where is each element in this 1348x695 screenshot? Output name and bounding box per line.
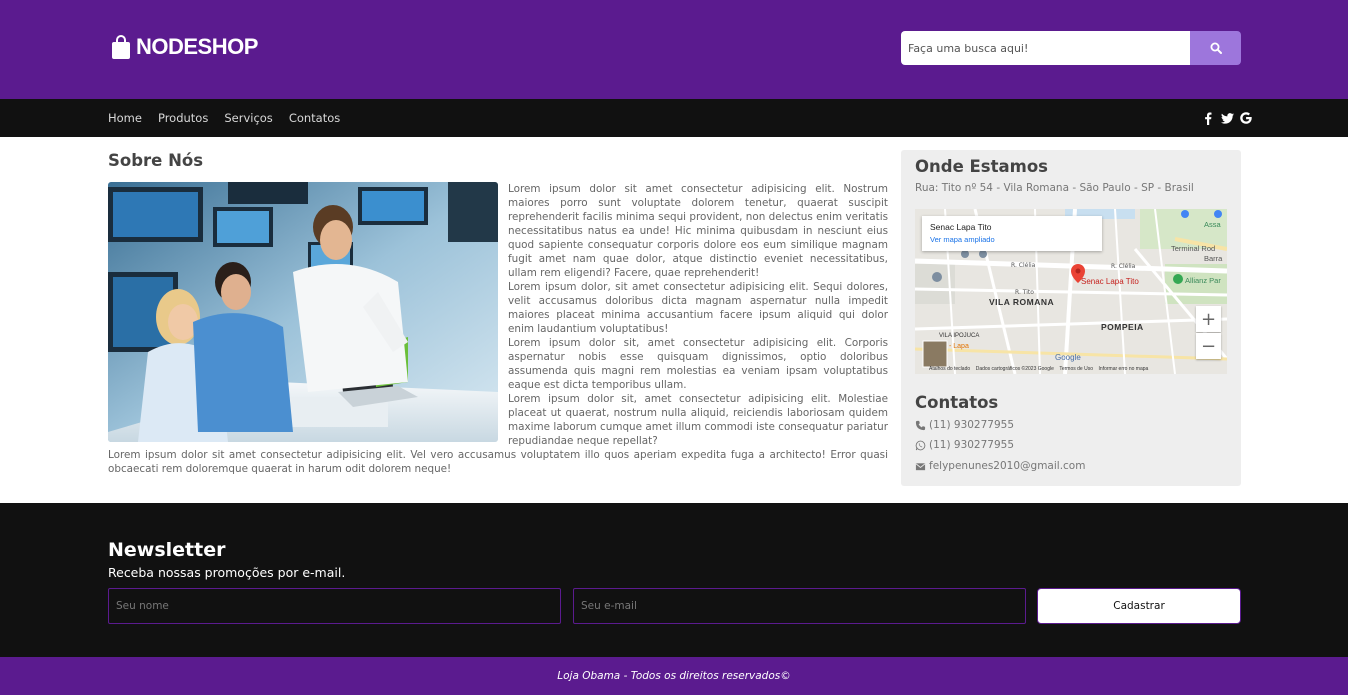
map-marker-label: Senac Lapa Tito	[1081, 277, 1139, 286]
contact-whatsapp-value: (11) 930277955	[929, 439, 1015, 451]
newsletter-submit-button[interactable]: Cadastrar	[1037, 588, 1241, 624]
newsletter-email-input[interactable]	[573, 588, 1026, 624]
whatsapp-icon	[915, 440, 926, 450]
about-paragraph: Lorem ipsum dolor sit amet consectetur a…	[108, 449, 888, 475]
newsletter-subtitle: Receba nossas promoções por e-mail.	[108, 565, 346, 580]
location-address: Rua: Tito nº 54 - Vila Romana - São Paul…	[915, 182, 1194, 194]
map-label-barra: Barra	[1204, 254, 1223, 263]
facebook-icon[interactable]	[1201, 110, 1215, 126]
nav-item-produtos[interactable]: Produtos	[158, 111, 208, 125]
map-google-logo: Google	[1055, 353, 1081, 362]
contacts-title: Contatos	[915, 393, 999, 412]
brand-logo[interactable]: NODESHOP	[111, 33, 258, 61]
page-footer: Loja Obama - Todos os direitos reservado…	[0, 657, 1348, 695]
google-icon[interactable]	[1239, 110, 1253, 126]
brand-name: NODESHOP	[136, 34, 258, 59]
nav-item-home[interactable]: Home	[108, 111, 142, 125]
map-label-lapa: - Lapa	[949, 343, 969, 350]
nav-item-contatos[interactable]: Contatos	[289, 111, 340, 125]
map-data-credit: Dados cartográficos ©2023 Google	[975, 366, 1054, 372]
map-place-card: Senac Lapa Tito Ver mapa ampliado	[922, 216, 1102, 251]
about-title: Sobre Nós	[108, 151, 204, 170]
location-contacts-panel: Onde Estamos Rua: Tito nº 54 - Vila Roma…	[901, 150, 1241, 486]
map-label-pompeia: POMPEIA	[1101, 322, 1144, 332]
contact-email: felypenunes2010@gmail.com	[915, 460, 1085, 472]
phone-icon	[915, 420, 926, 430]
map-terms-link[interactable]: Termos de Uso	[1059, 366, 1093, 372]
search-bar	[901, 31, 1241, 65]
map-label-terminal: Terminal Rod	[1171, 244, 1216, 253]
contact-email-value[interactable]: felypenunes2010@gmail.com	[929, 460, 1085, 472]
map-zoom-in-button[interactable]: +	[1196, 306, 1221, 332]
map-shortcuts-link[interactable]: Atalhos do teclado	[929, 366, 970, 372]
map-label-clelia-2: R. Clélia	[1111, 263, 1136, 270]
map-label-vila-ipojuca: VILA IPOJUCA	[939, 333, 980, 339]
newsletter-name-input[interactable]	[108, 588, 561, 624]
shopping-bag-icon	[112, 35, 130, 59]
photo-spacer	[108, 182, 508, 448]
map-report-link[interactable]: Informar erro no mapa	[1099, 366, 1149, 372]
newsletter-title: Newsletter	[108, 539, 226, 561]
contact-phone: (11) 930277955	[915, 419, 1014, 431]
top-header: NODESHOP	[0, 0, 1348, 99]
map-label-allianz: Allianz Par	[1185, 276, 1221, 285]
map-place-name: Senac Lapa Tito	[930, 222, 992, 232]
map-label-assa: Assa	[1204, 220, 1221, 229]
map-enlarge-link[interactable]: Ver mapa ampliado	[930, 235, 1094, 244]
main-nav: Home Produtos Serviços Contatos	[0, 99, 1348, 137]
about-text: Lorem ipsum dolor sit amet consectetur a…	[108, 182, 888, 476]
search-input[interactable]	[901, 31, 1190, 65]
social-links	[1196, 110, 1253, 126]
twitter-icon[interactable]	[1220, 110, 1234, 126]
footer-copyright: Loja Obama - Todos os direitos reservado…	[557, 670, 791, 682]
map-zoom-out-button[interactable]: −	[1196, 333, 1221, 359]
embedded-map[interactable]: R. Clélia R. Clélia R. Tito Senac Lapa T…	[915, 209, 1227, 374]
nav-item-servicos[interactable]: Serviços	[224, 111, 272, 125]
envelope-icon	[915, 462, 926, 470]
nav-links: Home Produtos Serviços Contatos	[108, 99, 356, 137]
contact-phone-value: (11) 930277955	[929, 419, 1015, 431]
newsletter-section: Newsletter Receba nossas promoções por e…	[0, 503, 1348, 657]
map-label-clelia-1: R. Clélia	[1011, 262, 1036, 269]
search-icon	[1210, 42, 1222, 54]
search-button[interactable]	[1190, 31, 1241, 65]
map-footer: Atalhos do teclado Dados cartográficos ©…	[929, 366, 1148, 372]
map-label-tito: R. Tito	[1015, 289, 1034, 296]
location-title: Onde Estamos	[915, 157, 1048, 176]
map-label-vila-romana: VILA ROMANA	[989, 297, 1055, 307]
contact-whatsapp: (11) 930277955	[915, 439, 1014, 451]
